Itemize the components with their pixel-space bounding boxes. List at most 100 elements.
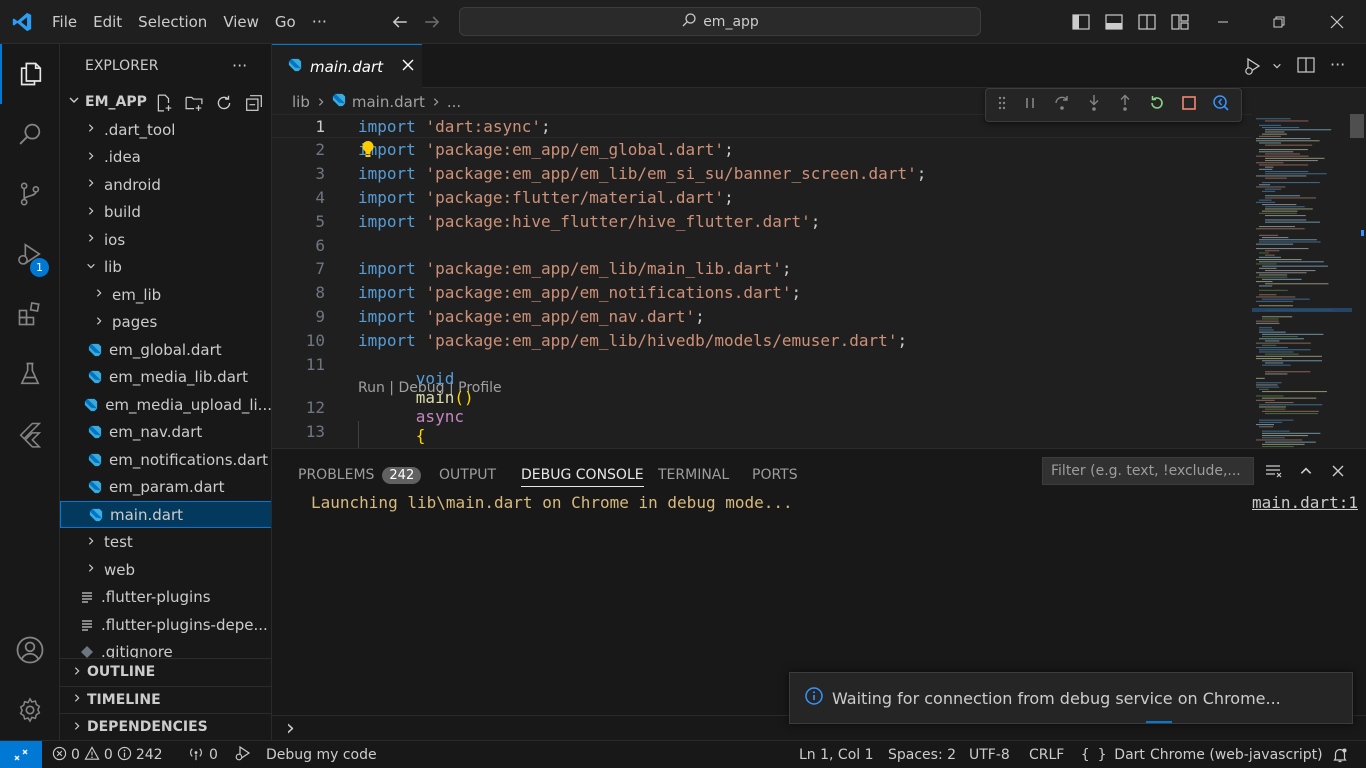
console-filter-input[interactable]: Filter (e.g. text, !exclude,... [1042,457,1254,485]
tab-terminal[interactable]: TERMINAL [658,463,729,487]
extensions-icon[interactable] [0,284,60,344]
tree-item[interactable]: em_notifications.dart [60,446,271,473]
step-into-icon[interactable] [1086,94,1102,116]
tree-item[interactable]: em_media_lib.dart [60,364,271,391]
minimap[interactable] [1252,114,1352,448]
restore-icon[interactable] [1256,0,1302,44]
flutter-device[interactable]: Chrome (web-javascript) [1150,741,1323,768]
code-editor[interactable]: 1 import 'dart:async'; 2 import 'package:em… [272,114,1252,448]
end-of-line[interactable]: CRLF [1029,741,1064,768]
tree-item[interactable]: .flutter-plugins [60,584,271,611]
toggle-panel-icon[interactable] [1098,0,1130,44]
breadcrumb-file[interactable]: main.dart [352,93,425,111]
notifications-bell-icon[interactable] [1332,741,1348,768]
language-mode[interactable]: { } Dart [1081,741,1145,768]
flutter-inspector-icon[interactable] [1212,94,1230,116]
testing-flask-icon[interactable] [0,344,60,404]
editor-more-button[interactable]: ··· [1330,55,1345,74]
tree-item[interactable]: ios [60,226,271,253]
toggle-secondary-sidebar-icon[interactable] [1131,0,1163,44]
settings-gear-icon[interactable] [0,680,60,740]
tree-item[interactable]: android [60,171,271,198]
tree-item[interactable]: em_lib [60,281,271,308]
tab-output[interactable]: OUTPUT [439,463,496,487]
explorer-icon[interactable] [0,44,60,104]
forward-arrow-icon[interactable] [416,0,448,44]
command-center-search[interactable]: em_app [459,7,981,36]
menu-more[interactable]: ··· [304,0,335,44]
tab-debug-console[interactable]: DEBUG CONSOLE [521,463,644,487]
minimize-icon[interactable] [1200,0,1246,44]
tab-problems[interactable]: PROBLEMS 242 [298,463,422,487]
new-file-icon[interactable] [155,94,173,116]
tree-item[interactable]: em_global.dart [60,336,271,363]
menu-go[interactable]: Go [267,0,304,44]
new-folder-icon[interactable] [185,94,203,116]
sidebar-section-dependencies[interactable]: DEPENDENCIES [60,713,271,740]
notification-toast[interactable]: Waiting for connection from debug servic… [789,672,1353,724]
problems-status[interactable]: 0 0 242 [52,741,163,768]
tab-main-dart[interactable]: main.dart [272,44,422,88]
console-source-link[interactable]: main.dart:1 [1252,493,1358,512]
remote-indicator-icon[interactable] [0,741,42,768]
step-out-icon[interactable] [1117,94,1133,116]
scrollbar-thumb[interactable] [1350,114,1364,138]
tree-item[interactable]: em_media_upload_li... [60,391,271,418]
tree-item[interactable]: test [60,529,271,556]
close-window-icon[interactable] [1314,0,1360,44]
restart-icon[interactable] [1148,94,1166,116]
tree-item[interactable]: em_param.dart [60,474,271,501]
sidebar-section-outline[interactable]: OUTLINE [60,658,271,685]
run-debug-dropdown-icon[interactable] [1244,56,1282,76]
stop-icon[interactable] [1181,95,1197,115]
collapse-all-icon[interactable] [245,94,263,116]
sidebar-section-timeline[interactable]: TIMELINE [60,685,271,713]
source-control-icon[interactable] [0,164,60,224]
maximize-panel-icon[interactable] [1292,457,1320,485]
accounts-icon[interactable] [0,620,60,680]
tree-item[interactable]: .idea [60,144,271,171]
ports-status[interactable]: 0 [187,741,218,768]
tree-item[interactable]: .flutter-plugins-depe... [60,611,271,638]
breadcrumb-symbols[interactable]: ... [447,93,461,111]
tree-item[interactable]: em_nav.dart [60,419,271,446]
split-editor-icon[interactable] [1297,57,1315,77]
step-over-icon[interactable] [1053,94,1071,116]
menu-view[interactable]: View [215,0,267,44]
menu-selection[interactable]: Selection [130,0,215,44]
close-tab-icon[interactable] [401,58,415,76]
tree-item[interactable]: lib [60,254,271,281]
editor-scrollbar[interactable] [1350,114,1364,448]
search-view-icon[interactable] [0,104,60,164]
indentation[interactable]: Spaces: 2 [888,741,956,768]
explorer-more-button[interactable]: ··· [232,56,247,75]
cursor-position[interactable]: Ln 1, Col 1 [799,741,874,768]
lightbulb-icon[interactable] [360,140,376,162]
drag-handle-icon[interactable] [997,95,1007,115]
encoding[interactable]: UTF-8 [969,741,1010,768]
minimap-line [1262,397,1317,399]
clear-console-icon[interactable] [1260,457,1288,485]
project-root[interactable]: EM_APP [60,88,271,116]
breadcrumb-lib[interactable]: lib [292,93,310,111]
refresh-icon[interactable] [215,94,233,116]
minimap-line [1259,164,1309,166]
tree-item[interactable]: .dart_tool [60,116,271,143]
close-panel-icon[interactable] [1324,457,1352,485]
menu-edit[interactable]: Edit [85,0,130,44]
debug-launch-status[interactable]: Debug my code [234,741,377,768]
minimap-line [1262,446,1294,448]
pause-icon[interactable] [1022,95,1038,115]
tree-item[interactable]: pages [60,309,271,336]
menu-file[interactable]: File [44,0,85,44]
flutter-icon[interactable] [0,404,60,464]
tree-item[interactable]: main.dart [60,501,271,528]
customize-layout-icon[interactable] [1164,0,1196,44]
tab-ports[interactable]: PORTS [752,463,798,487]
tree-item[interactable]: web [60,556,271,583]
code-line: 4 import 'package:flutter/material.dart'; [272,185,1252,209]
run-debug-icon[interactable]: 1 [0,224,60,284]
back-arrow-icon[interactable] [384,0,416,44]
toggle-primary-sidebar-icon[interactable] [1065,0,1097,44]
tree-item[interactable]: build [60,199,271,226]
